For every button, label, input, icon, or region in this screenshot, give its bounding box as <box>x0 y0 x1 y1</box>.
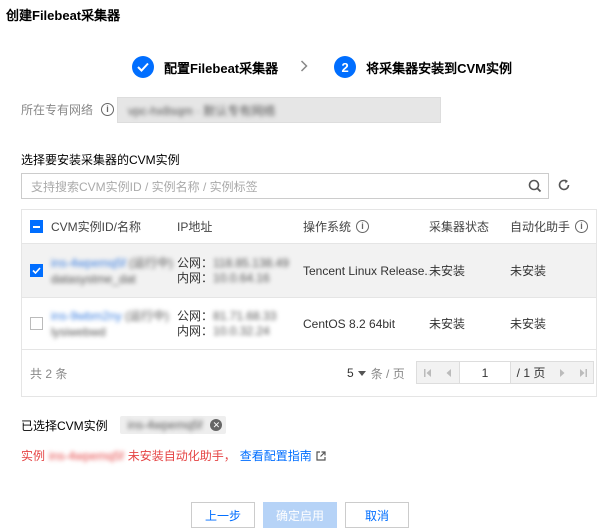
first-page-icon[interactable] <box>417 362 438 383</box>
step-2-number: 2 <box>334 56 357 78</box>
total-count: 共 2 条 <box>30 366 68 381</box>
public-ip: 118.85.138.49 <box>213 255 289 270</box>
step-2-label: 将采集器安装到CVM实例 <box>366 60 513 76</box>
row-checkbox[interactable] <box>30 317 43 330</box>
search-input[interactable]: 支持搜索CVM实例ID / 实例名称 / 实例标签 <box>21 173 549 199</box>
pager-controls: 1 / 1 页 <box>416 361 594 384</box>
instance-name: lysiwebwd <box>51 324 106 339</box>
prev-step-button[interactable]: 上一步 <box>191 502 255 528</box>
close-icon[interactable]: ✕ <box>210 419 223 431</box>
selected-instances: 已选择CVM实例 ins-4wpemq5f ✕ <box>21 416 227 434</box>
warning-instance: ins-4wpemq5f <box>49 448 124 463</box>
column-header-helper: 自动化助手 i <box>510 218 590 235</box>
instance-name: datasystme_dat <box>51 271 136 286</box>
collector-status-cell: 未安装 <box>429 264 466 278</box>
search-icon[interactable] <box>528 179 542 193</box>
confirm-button[interactable]: 确定启用 <box>263 502 337 528</box>
helper-warning: 实例 ins-4wpemq5f 未安装自动化助手， 查看配置指南 <box>21 447 326 464</box>
collector-status-cell: 未安装 <box>429 317 466 331</box>
row-checkbox[interactable] <box>30 264 43 277</box>
vpc-row: 所在专有网络 i vpc-hx8sqm · 默认专有网络 <box>21 97 441 123</box>
config-guide-link[interactable]: 查看配置指南 <box>240 447 312 464</box>
prev-page-icon[interactable] <box>438 362 459 383</box>
os-info-icon[interactable]: i <box>356 220 370 233</box>
next-page-icon[interactable] <box>551 362 572 383</box>
page-total: / 1 页 <box>516 366 546 380</box>
pagination: 共 2 条 5 条 / 页 1 / 1 页 <box>22 350 596 396</box>
table-header: CVM实例ID/名称 IP地址 操作系统 i 采集器状态 自动化助手 i <box>22 210 596 244</box>
cancel-button[interactable]: 取消 <box>345 502 409 528</box>
select-all-checkbox[interactable] <box>30 220 43 233</box>
private-ip: 10.0.64.16 <box>213 270 270 285</box>
info-icon[interactable]: i <box>101 103 115 116</box>
table-row[interactable]: ins-4wpemq5f (运行中) datasystme_dat 公网： 118… <box>22 244 596 298</box>
os-cell: CentOS 8.2 64bit <box>303 316 396 331</box>
column-header-ip: IP地址 <box>177 220 213 234</box>
dialog-footer: 上一步 确定启用 取消 <box>0 502 600 528</box>
vpc-value-field: vpc-hx8sqm · 默认专有网络 <box>117 97 441 123</box>
selected-label: 已选择CVM实例 <box>21 418 108 433</box>
public-ip: 81.71.68.33 <box>213 308 277 323</box>
dialog-title: 创建Filebeat采集器 <box>6 8 121 23</box>
instance-select-title: 选择要安装采集器的CVM实例 <box>21 153 180 167</box>
search-placeholder: 支持搜索CVM实例ID / 实例名称 / 实例标签 <box>31 179 258 194</box>
column-header-os: 操作系统 i <box>303 218 429 235</box>
os-cell: Tencent Linux Release... <box>303 263 429 278</box>
column-header-id: CVM实例ID/名称 <box>51 220 142 234</box>
step-1-label: 配置Filebeat采集器 <box>164 60 279 76</box>
selected-instance-tag: ins-4wpemq5f ✕ <box>119 416 227 434</box>
instance-id-link[interactable]: ins-9wbm2ny <box>51 309 122 323</box>
instance-id-link[interactable]: ins-4wpemq5f <box>51 256 126 270</box>
page-size-select[interactable]: 5 条 / 页 <box>347 365 405 382</box>
vpc-value: vpc-hx8sqm · 默认专有网络 <box>128 103 276 118</box>
caret-down-icon <box>357 370 366 376</box>
external-link-icon[interactable] <box>316 450 326 461</box>
step-1-check-icon <box>132 56 154 78</box>
vpc-label: 所在专有网络 <box>21 103 94 117</box>
instance-table: CVM实例ID/名称 IP地址 操作系统 i 采集器状态 自动化助手 i ins… <box>21 209 597 397</box>
column-header-collector-status: 采集器状态 <box>429 220 490 234</box>
last-page-icon[interactable] <box>572 362 593 383</box>
chevron-right-icon <box>300 59 308 75</box>
helper-cell: 未安装 <box>510 317 547 331</box>
refresh-icon[interactable] <box>557 178 571 192</box>
stepper: 配置Filebeat采集器 2 将采集器安装到CVM实例 <box>132 55 512 79</box>
page-input[interactable]: 1 <box>459 362 511 383</box>
helper-cell: 未安装 <box>510 264 547 278</box>
private-ip: 10.0.32.24 <box>213 323 270 338</box>
helper-info-icon[interactable]: i <box>575 220 589 233</box>
table-row[interactable]: ins-9wbm2ny (运行中) lysiwebwd 公网： 81.71.68.… <box>22 298 596 350</box>
